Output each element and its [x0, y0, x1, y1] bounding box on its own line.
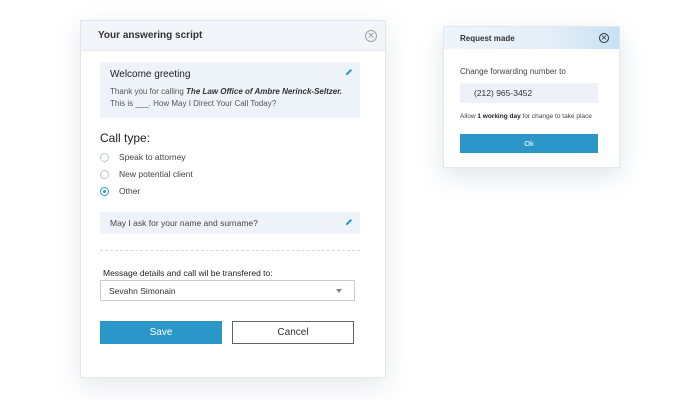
pencil-icon[interactable] — [345, 68, 353, 76]
request-made-dialog: Request made × Change forwarding number … — [443, 26, 620, 168]
note-suffix: for change to take place — [520, 113, 592, 120]
note-bold: 1 working day — [477, 113, 521, 120]
divider — [100, 250, 360, 251]
radio-label: New potential client — [119, 169, 193, 179]
call-type-title: Call type: — [100, 131, 151, 145]
greeting-text: Thank you for calling The Law Office of … — [110, 86, 350, 110]
select-value: Sevahn Simonain — [109, 285, 176, 296]
radio-other[interactable]: Other — [100, 184, 140, 198]
pencil-icon[interactable] — [345, 218, 353, 226]
request-header: Request made × — [444, 27, 619, 49]
transfer-select[interactable]: Sevahn Simonain — [100, 280, 355, 301]
allow-note: Allow 1 working day for change to take p… — [460, 113, 592, 120]
answering-script-dialog: Your answering script × Welcome greeting… — [80, 20, 386, 378]
greeting-title: Welcome greeting — [110, 69, 191, 80]
request-title: Request made — [460, 33, 515, 43]
transfer-label: Message details and call wil be transfer… — [103, 268, 273, 278]
close-icon[interactable]: × — [599, 33, 609, 43]
radio-label: Speak to attorney — [119, 152, 186, 162]
radio-button-checked[interactable] — [100, 186, 109, 196]
dialog-title: Your answering script — [98, 30, 203, 41]
question-card: May I ask for your name and surname? — [100, 212, 360, 234]
radio-new-potential-client[interactable]: New potential client — [100, 167, 193, 181]
radio-button[interactable] — [100, 152, 109, 162]
welcome-greeting-card: Welcome greeting Thank you for calling T… — [100, 62, 360, 118]
radio-speak-to-attorney[interactable]: Speak to attorney — [100, 150, 186, 164]
cancel-button[interactable]: Cancel — [232, 321, 354, 344]
radio-label: Other — [119, 186, 141, 196]
chevron-down-icon — [336, 288, 342, 293]
note-prefix: Allow — [460, 113, 478, 120]
firm-name: The Law Office of Ambre Nerinck-Seltzer. — [186, 87, 343, 96]
save-button[interactable]: Save — [100, 321, 222, 344]
greeting-text-prefix: Thank you for calling — [110, 87, 187, 96]
question-text: May I ask for your name and surname? — [110, 218, 258, 228]
radio-button[interactable] — [100, 169, 109, 179]
forward-label: Change forwarding number to — [460, 67, 566, 76]
close-icon[interactable]: × — [365, 29, 377, 42]
ok-button[interactable]: Ok — [460, 134, 598, 153]
greeting-text-suffix: This is ___. How May I Direct Your Call … — [110, 99, 277, 108]
dialog-header: Your answering script × — [81, 21, 385, 51]
phone-number-field: (212) 965-3452 — [460, 83, 598, 103]
